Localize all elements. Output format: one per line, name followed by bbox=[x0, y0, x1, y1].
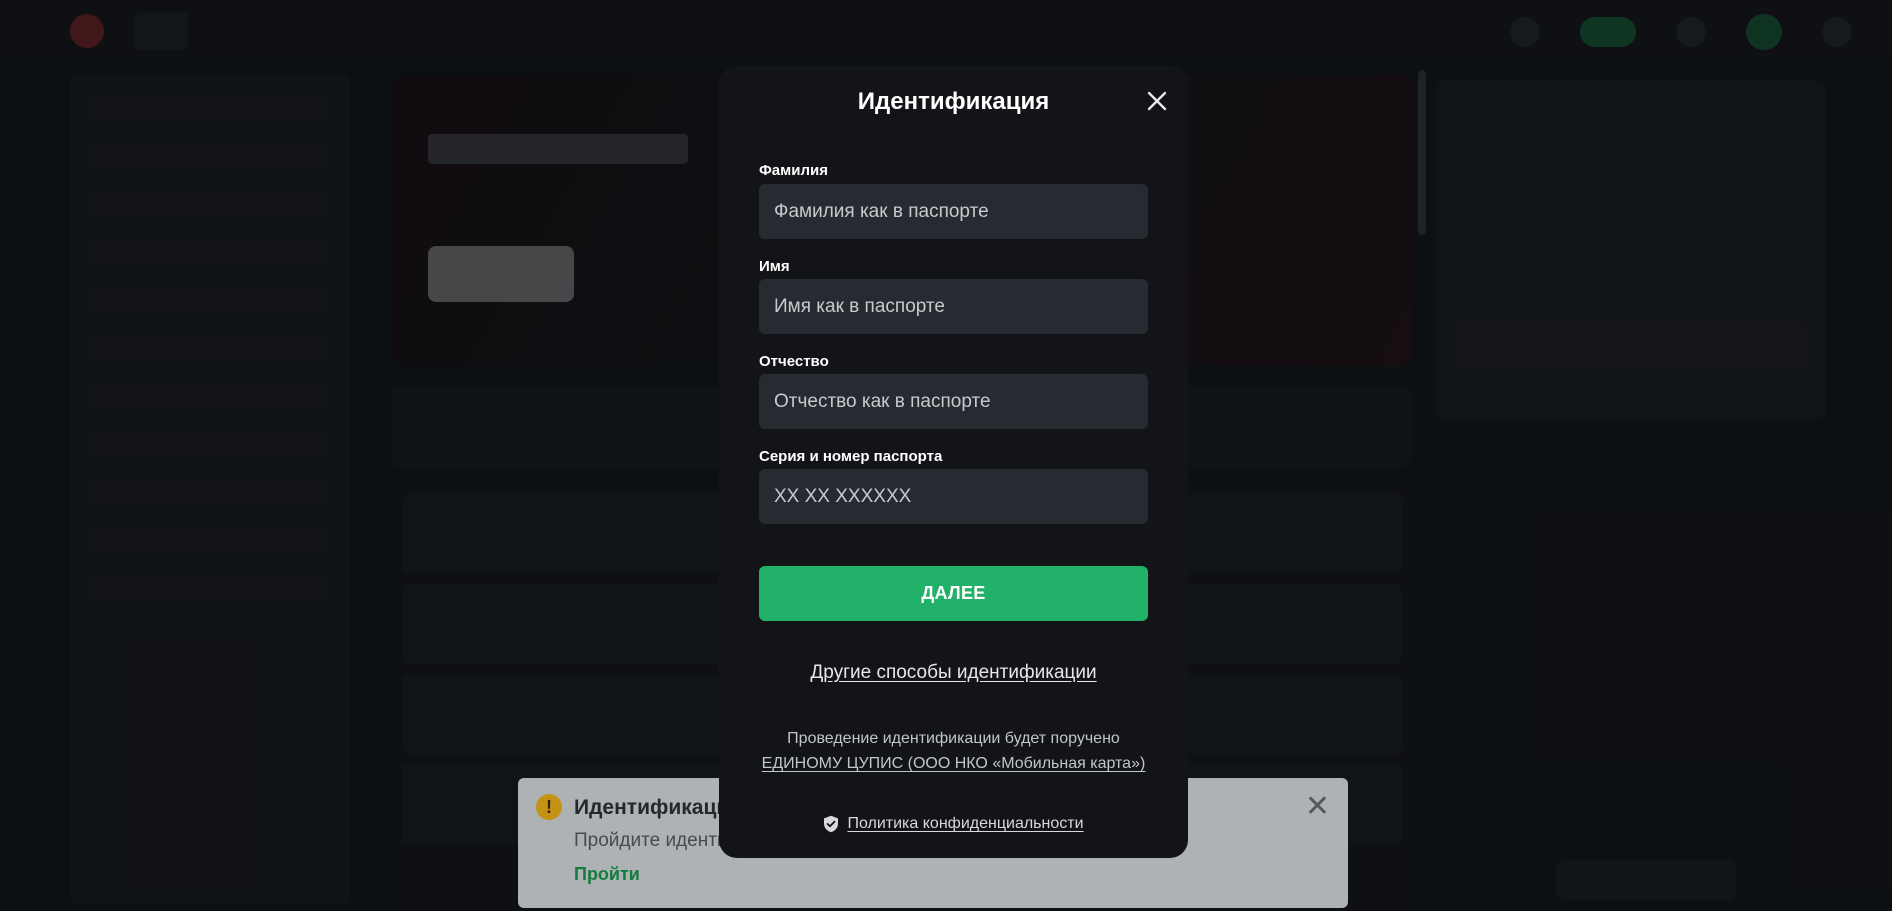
privacy-policy-link[interactable]: Политика конфиденциальности bbox=[847, 815, 1083, 833]
cupis-link[interactable]: ЕДИНОМУ ЦУПИС (ООО НКО «Мобильная карта»… bbox=[762, 755, 1146, 772]
note-text: Проведение идентификации будет поручено bbox=[787, 730, 1120, 747]
modal-title: Идентификация bbox=[857, 88, 1050, 115]
passport-number-label: Серия и номер паспорта bbox=[759, 448, 943, 465]
next-button[interactable]: ДАЛЕЕ bbox=[759, 566, 1148, 621]
other-methods-link[interactable]: Другие способы идентификации bbox=[719, 662, 1188, 684]
shield-check-icon bbox=[823, 815, 839, 833]
identification-note: Проведение идентификации будет поручено … bbox=[719, 726, 1188, 776]
passport-number-field[interactable] bbox=[759, 469, 1148, 524]
first-name-label: Имя bbox=[759, 258, 790, 275]
first-name-field[interactable] bbox=[759, 279, 1148, 334]
patronymic-label: Отчество bbox=[759, 353, 829, 370]
surname-field[interactable] bbox=[759, 184, 1148, 239]
close-icon[interactable] bbox=[1142, 86, 1172, 116]
privacy-policy[interactable]: Политика конфиденциальности bbox=[719, 815, 1188, 833]
surname-label: Фамилия bbox=[759, 162, 828, 179]
close-icon bbox=[1147, 91, 1167, 111]
other-methods-label[interactable]: Другие способы идентификации bbox=[810, 662, 1096, 683]
identification-modal: Идентификация Фамилия Имя Отчество Серия… bbox=[719, 66, 1188, 858]
patronymic-field[interactable] bbox=[759, 374, 1148, 429]
